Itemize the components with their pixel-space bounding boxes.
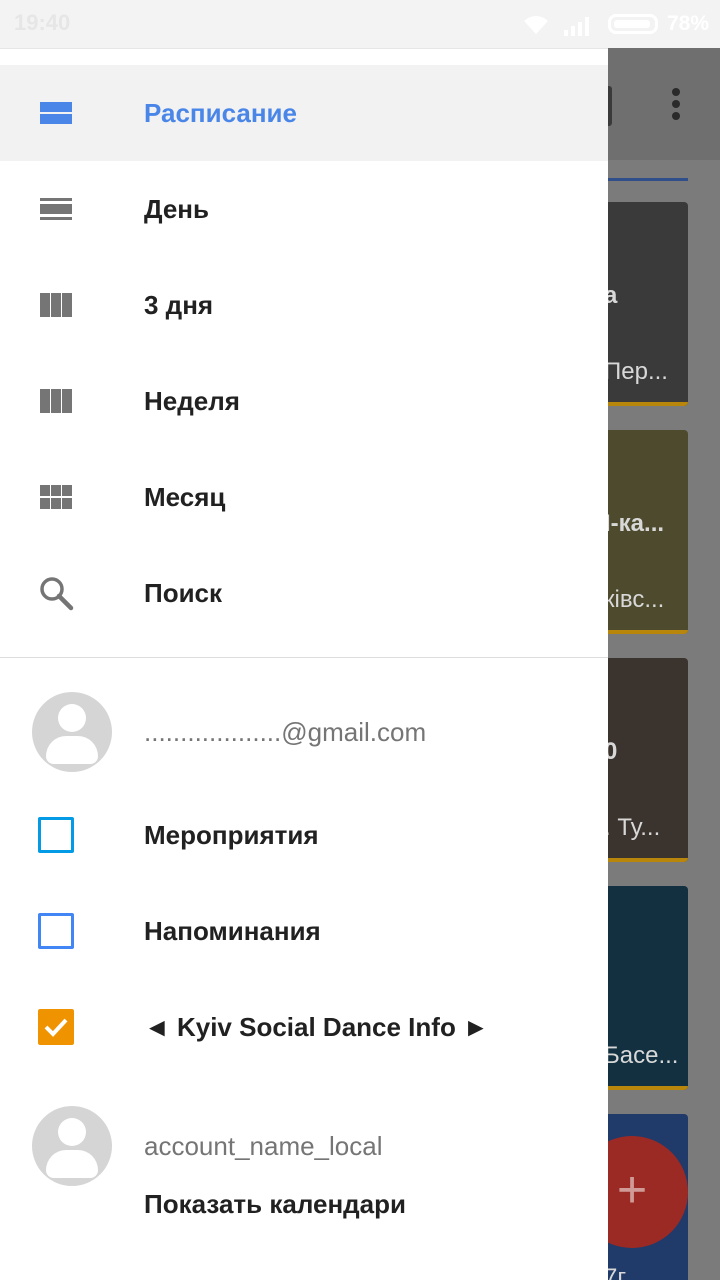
show-calendars-button[interactable]: Показать календари [144,1189,406,1220]
card-title: I-ка... [604,510,665,537]
nav-label: 3 дня [144,290,214,320]
calendar-checkbox[interactable] [38,913,74,949]
calendar-label: ◄ Kyiv Social Dance Info ► [144,1012,489,1042]
drawer-divider [0,657,608,658]
search-icon [40,577,74,611]
nav-label: Расписание [144,98,297,128]
nav-item-week[interactable]: Неделя [0,353,608,449]
schedule-view-icon [40,102,72,124]
calendar-label: Мероприятия [144,820,319,850]
avatar-icon [32,692,112,772]
calendar-item-reminders[interactable]: Напоминания [0,883,608,979]
nav-label: Неделя [144,386,240,416]
account-header-local[interactable]: account_name_local [0,1094,608,1198]
card-subtitle: Пер... [604,358,668,385]
status-bar: 19:40 78% [0,0,720,48]
overflow-menu-icon [670,88,682,124]
navigation-drawer: Расписание День 3 дня Неделя Месяц Поиск… [0,48,608,1280]
nav-item-search[interactable]: Поиск [0,545,608,641]
event-card: Басе... [600,886,688,1090]
event-card: а Пер... [600,202,688,406]
nav-item-day[interactable]: День [0,161,608,257]
nav-item-3days[interactable]: 3 дня [0,257,608,353]
nav-item-schedule[interactable]: Расписание [0,65,608,161]
calendar-item-kyiv-dance[interactable]: ◄ Kyiv Social Dance Info ► [0,979,608,1075]
nav-label: Поиск [144,578,223,608]
tab-indicator [608,178,688,181]
nav-label: Месяц [144,482,226,512]
calendar-label: Напоминания [144,916,321,946]
day-view-icon [40,198,72,220]
nav-item-month[interactable]: Месяц [0,449,608,545]
account-email: ...................@gmail.com [144,717,427,747]
card-subtitle: Басе... [604,1042,679,1069]
card-subtitle: ківс... [604,586,665,613]
month-view-icon [40,485,72,509]
card-subtitle: . Ту... [604,814,661,841]
account-header-gmail[interactable]: ...................@gmail.com [0,680,608,784]
account-name: account_name_local [144,1131,383,1161]
nav-label: День [144,194,209,224]
event-card: 0 . Ту... [600,658,688,862]
avatar-icon [32,1106,112,1186]
three-day-view-icon [40,293,72,317]
event-card: I-ка... ківс... [600,430,688,634]
week-view-icon [40,389,72,413]
battery-percent: 78% [667,12,710,35]
signal-icon [564,17,589,36]
calendar-checkbox-checked-icon[interactable] [38,1009,74,1045]
status-time: 19:40 [14,10,71,35]
calendar-item-events[interactable]: Мероприятия [0,787,608,883]
calendar-checkbox[interactable] [38,817,74,853]
battery-icon [608,14,658,34]
wifi-icon [524,16,548,34]
